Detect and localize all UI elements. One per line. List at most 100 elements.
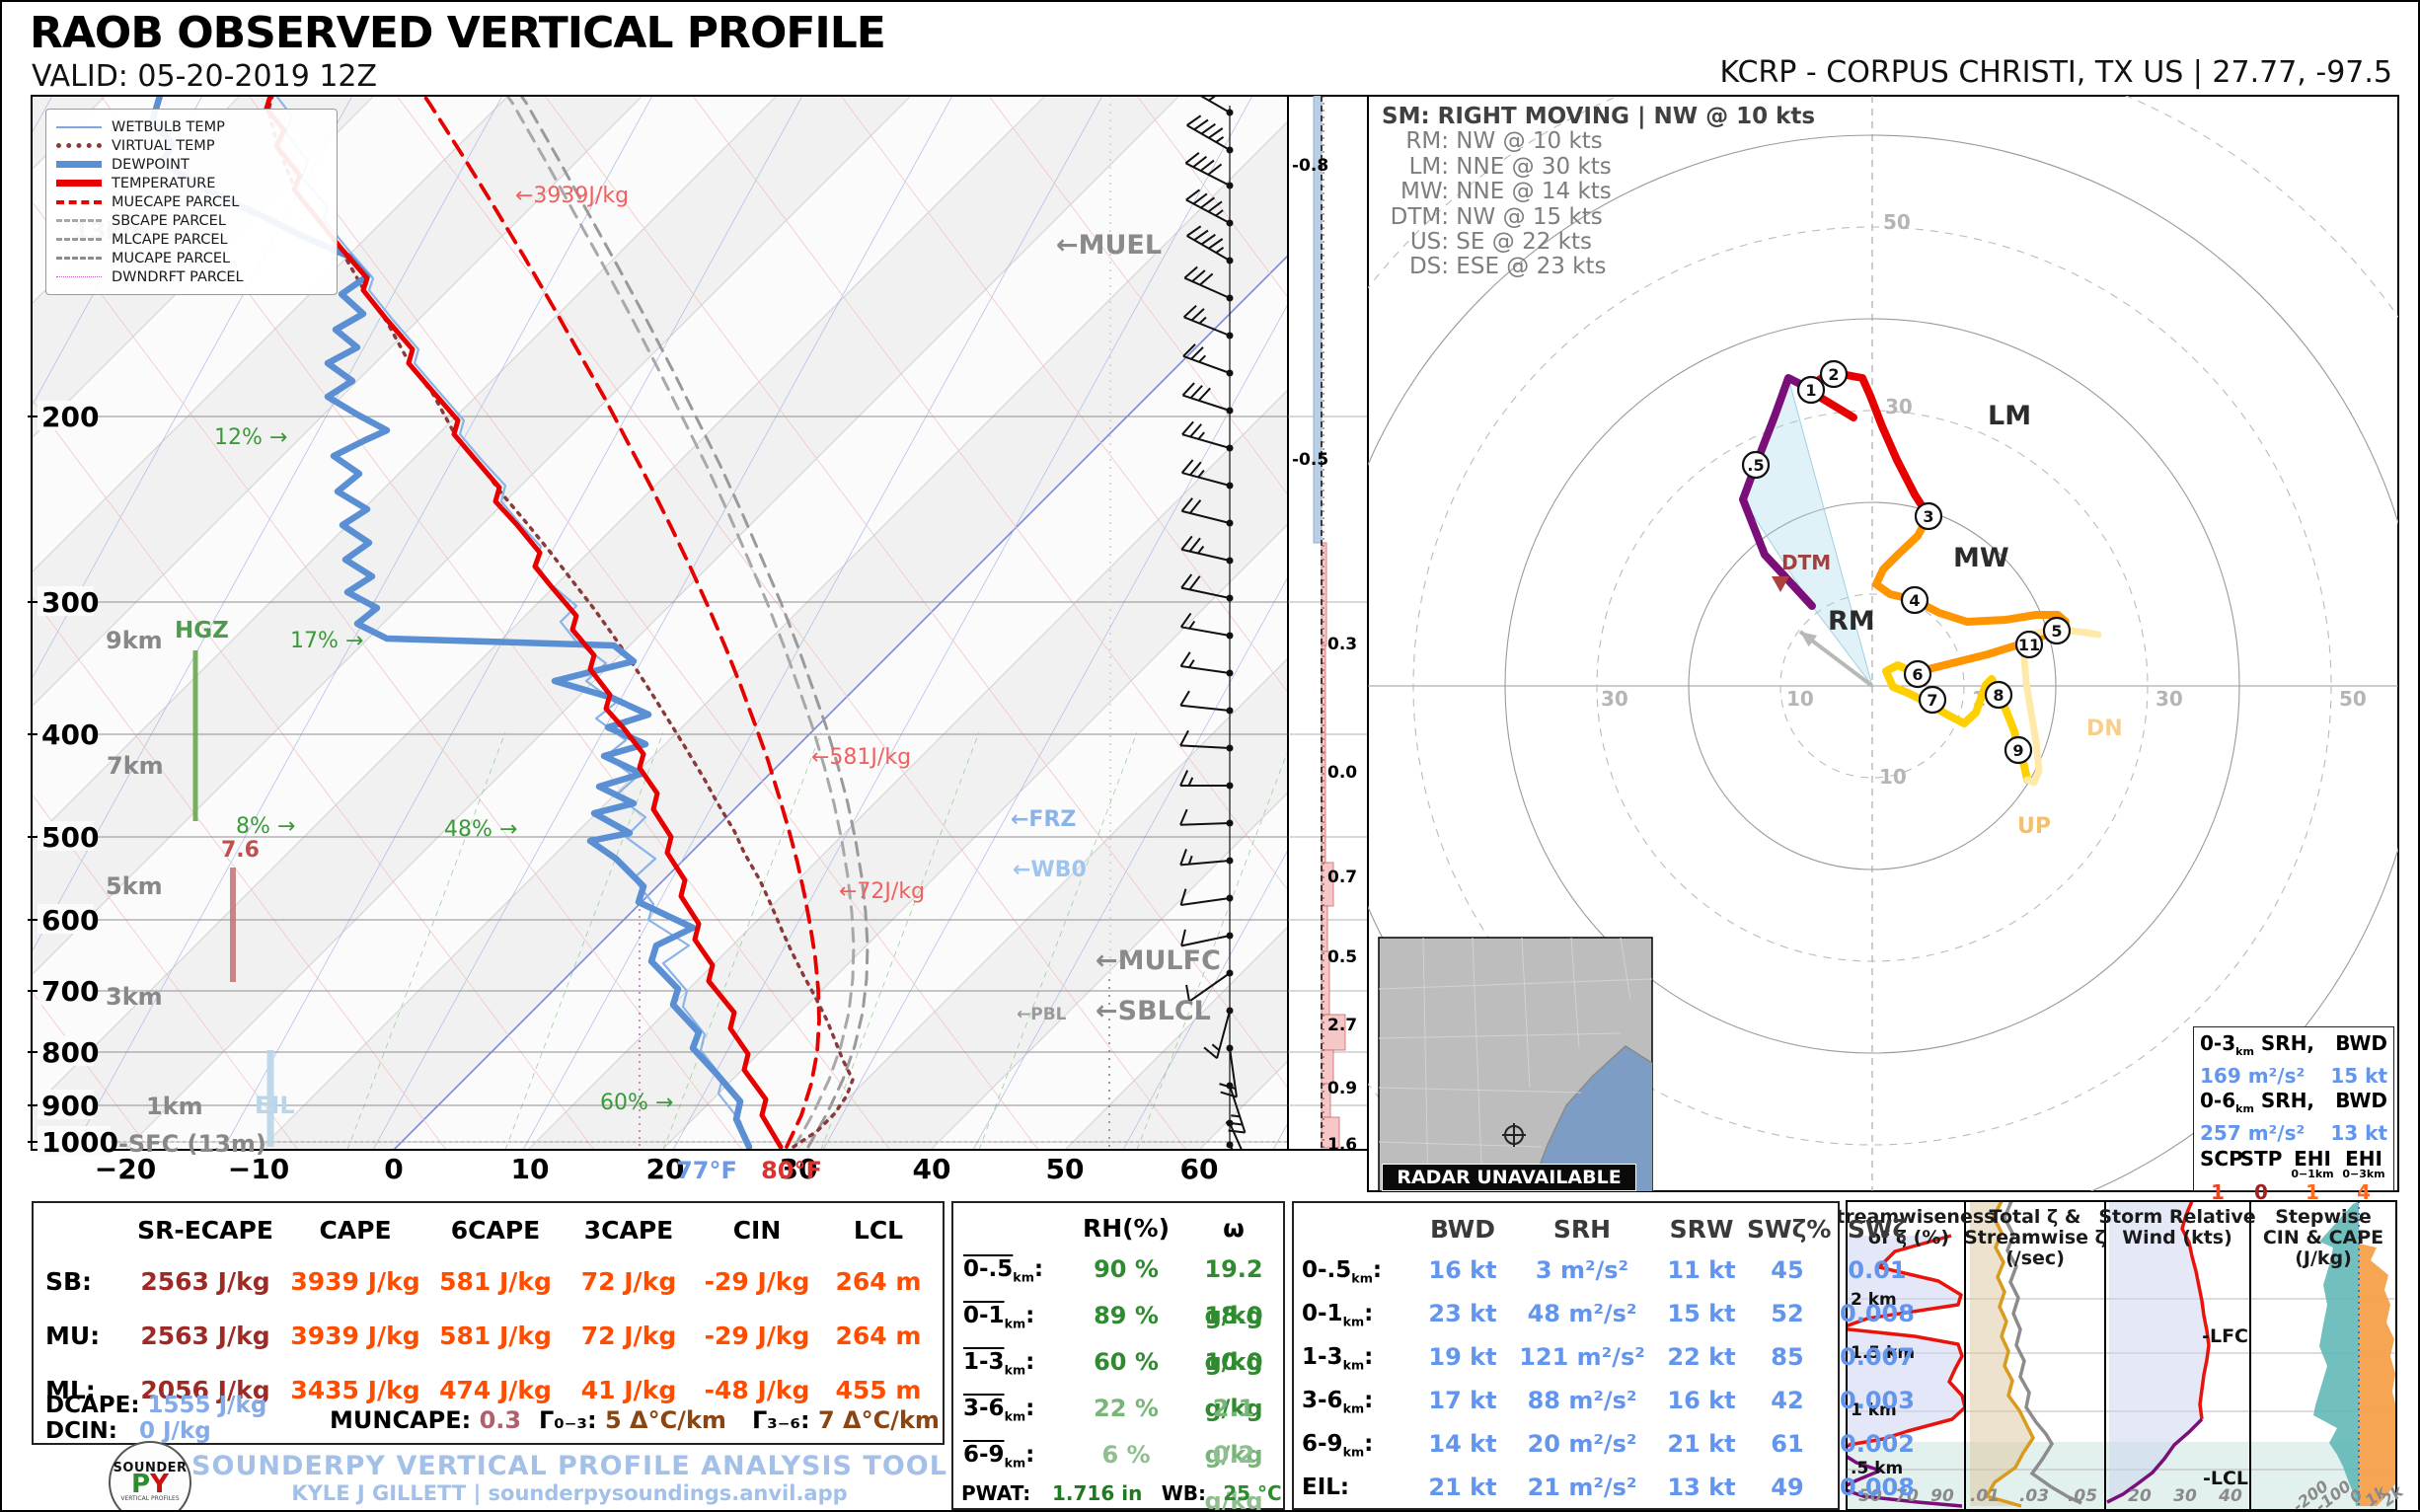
svg-text:1: 1 xyxy=(1805,381,1816,400)
legend-swatch xyxy=(56,200,102,204)
lapse-0-3: Γ₀₋₃: 5 Δ°C/km xyxy=(539,1406,726,1434)
srh-bwd-summary-box: 0-3km SRH,BWD169 m²/s²15 kt0-6km SRH,BWD… xyxy=(2193,1026,2394,1191)
footer-line1: SOUNDERPY VERTICAL PROFILE ANALYSIS TOOL xyxy=(160,1451,979,1481)
svg-text:.05: .05 xyxy=(2068,1486,2097,1506)
svg-text:(J/kg): (J/kg) xyxy=(2295,1247,2352,1269)
svg-text:80°F: 80°F xyxy=(761,1157,822,1184)
svg-text:40: 40 xyxy=(913,1153,951,1185)
kin-row: EIL:21 kt21 m²/s²13 kt490.008 xyxy=(1294,1466,1838,1509)
svg-text:(/sec): (/sec) xyxy=(2005,1247,2065,1269)
radar-map-inset xyxy=(1379,938,1652,1191)
rh-row: 1-3km:60 %10.0 g/kg xyxy=(953,1339,1283,1386)
srh-0-3-header: 0-3km SRH,BWD xyxy=(2200,1031,2387,1064)
kin-header: BWD xyxy=(1417,1211,1508,1248)
svg-text:300: 300 xyxy=(41,586,99,619)
svg-text:77°F: 77°F xyxy=(676,1157,737,1184)
svg-text:7.6: 7.6 xyxy=(221,838,260,863)
svg-text:30: 30 xyxy=(2155,687,2183,711)
svg-text:←FRZ: ←FRZ xyxy=(1011,807,1076,832)
kin-header: SWζ% xyxy=(1747,1211,1828,1248)
legend-item-muecape-parcel: MUECAPE PARCEL xyxy=(56,192,327,211)
storm-motion-line-0: SM: RIGHT MOVING | NW @ 10 kts xyxy=(1382,105,1895,129)
svg-text:8: 8 xyxy=(1993,686,2004,705)
svg-text:0.9: 0.9 xyxy=(1327,1079,1357,1098)
footer-credit: SOUNDERPY VERTICAL PROFILE ANALYSIS TOOL… xyxy=(160,1451,979,1505)
svg-text:←MUEL: ←MUEL xyxy=(1056,230,1162,261)
thermo-row-label: MU: xyxy=(34,1313,127,1359)
svg-text:90: 90 xyxy=(1930,1486,1954,1506)
legend-label: VIRTUAL TEMP xyxy=(112,138,215,154)
pwat-row: PWAT:1.716 inWB:25 °C xyxy=(953,1478,1283,1508)
thermo-row-label: SB: xyxy=(34,1258,127,1305)
legend-label: TEMPERATURE xyxy=(112,176,215,191)
kin-row: 3-6km:17 kt88 m²/s²16 kt420.003 xyxy=(1294,1379,1838,1422)
kin-value: 13 kt xyxy=(1656,1466,1747,1509)
srh-0-6-header: 0-6km SRH,BWD xyxy=(2200,1089,2387,1121)
thermo-value: 3939 J/kg xyxy=(283,1258,427,1305)
svg-text:50: 50 xyxy=(1046,1153,1085,1185)
storm-motion-line-5: US: SE @ 22 kts xyxy=(1382,230,1895,255)
svg-text:400: 400 xyxy=(41,718,99,751)
kin-value: 21 kt xyxy=(1417,1466,1508,1509)
svg-text:9: 9 xyxy=(2012,741,2023,760)
thermo-value: 3939 J/kg xyxy=(283,1313,427,1359)
svg-text:900: 900 xyxy=(41,1090,99,1122)
svg-text:17% →: 17% → xyxy=(290,629,363,653)
legend-label: DWNDRFT PARCEL xyxy=(112,269,244,285)
thermo-header: LCL xyxy=(820,1211,937,1250)
svg-text:10: 10 xyxy=(1879,765,1907,789)
legend-item-sbcape-parcel: SBCAPE PARCEL xyxy=(56,211,327,230)
thermo-header: SR-ECAPE xyxy=(127,1211,283,1250)
station-label: KCRP - CORPUS CHRISTI, TX US | 27.77, -9… xyxy=(1719,55,2392,90)
svg-text:10: 10 xyxy=(511,1153,550,1185)
svg-text:40: 40 xyxy=(2218,1486,2242,1506)
legend-item-temperature: TEMPERATURE xyxy=(56,174,327,192)
thermo-grid: SR-ECAPECAPE6CAPE3CAPECINLCL xyxy=(34,1203,943,1250)
svg-text:-0.8: -0.8 xyxy=(1292,156,1328,176)
svg-text:200: 200 xyxy=(41,401,99,433)
thermo-row: SB:2563 J/kg3939 J/kg581 J/kg72 J/kg-29 … xyxy=(34,1250,943,1305)
svg-text:-LFC: -LFC xyxy=(2202,1325,2248,1347)
thermo-value: -29 J/kg xyxy=(694,1313,820,1359)
svg-text:12% →: 12% → xyxy=(214,425,287,450)
storm-motion-line-4: DTM: NW @ 15 kts xyxy=(1382,205,1895,230)
svg-text:HGZ: HGZ xyxy=(175,618,229,643)
thermo-value: 2563 J/kg xyxy=(127,1313,283,1359)
legend-swatch xyxy=(56,180,102,187)
legend-item-dewpoint: DEWPOINT xyxy=(56,155,327,174)
legend-item-dwndrft-parcel: DWNDRFT PARCEL xyxy=(56,267,327,286)
kinematics-table: BWDSRHSRWSWζ%SWζ0-.5km:16 kt3 m²/s²11 kt… xyxy=(1292,1201,1840,1510)
svg-text:8% →: 8% → xyxy=(236,814,295,839)
svg-text:11: 11 xyxy=(2018,636,2040,654)
svg-text:800: 800 xyxy=(41,1036,99,1069)
svg-text:50: 50 xyxy=(2339,687,2367,711)
dcin-row: DCIN: 0 J/kg xyxy=(45,1418,211,1444)
kin-value: 49 xyxy=(1747,1466,1828,1509)
svg-text:9km: 9km xyxy=(106,627,163,654)
svg-text:600: 600 xyxy=(41,904,99,937)
thermo-table: SR-ECAPECAPE6CAPE3CAPECINLCLSB:2563 J/kg… xyxy=(32,1201,945,1445)
storm-motion-line-6: DS: ESE @ 23 kts xyxy=(1382,255,1895,279)
svg-text:Streamwise ζ: Streamwise ζ xyxy=(1964,1227,2106,1248)
svg-text:←581J/kg: ←581J/kg xyxy=(811,745,911,770)
lapse-3-6: Γ₃₋₆: 7 Δ°C/km xyxy=(752,1406,940,1434)
storm-motion-line-2: LM: NNE @ 30 kts xyxy=(1382,155,1895,180)
svg-text:←72J/kg: ←72J/kg xyxy=(839,879,925,904)
frz-row: FRZ:4900mWB0:3800m xyxy=(953,1508,1283,1512)
legend-swatch xyxy=(56,161,102,168)
thermo-value: 2563 J/kg xyxy=(127,1258,283,1305)
svg-text:EIL: EIL xyxy=(255,1092,295,1119)
svg-text:700: 700 xyxy=(41,975,99,1008)
rh-col-header: RH(%) xyxy=(1072,1211,1180,1247)
legend-label: SBCAPE PARCEL xyxy=(112,213,226,229)
page-title: RAOB OBSERVED VERTICAL PROFILE xyxy=(30,8,885,58)
omega-panel: -0.8-0.50.30.00.70.52.70.91.6 xyxy=(1288,96,1368,1155)
svg-text:CIN & CAPE: CIN & CAPE xyxy=(2263,1227,2383,1248)
kin-header-row: BWDSRHSRWSWζ%SWζ xyxy=(1294,1203,1838,1248)
legend-item-mlcape-parcel: MLCAPE PARCEL xyxy=(56,230,327,249)
thermo-header: 6CAPE xyxy=(427,1211,564,1250)
thermo-header: 3CAPE xyxy=(564,1211,694,1250)
svg-text:0.3: 0.3 xyxy=(1327,635,1357,654)
kin-row: 0-.5km:16 kt3 m²/s²11 kt450.01 xyxy=(1294,1248,1838,1292)
rh-header-row: RH(%)ω xyxy=(953,1203,1283,1247)
